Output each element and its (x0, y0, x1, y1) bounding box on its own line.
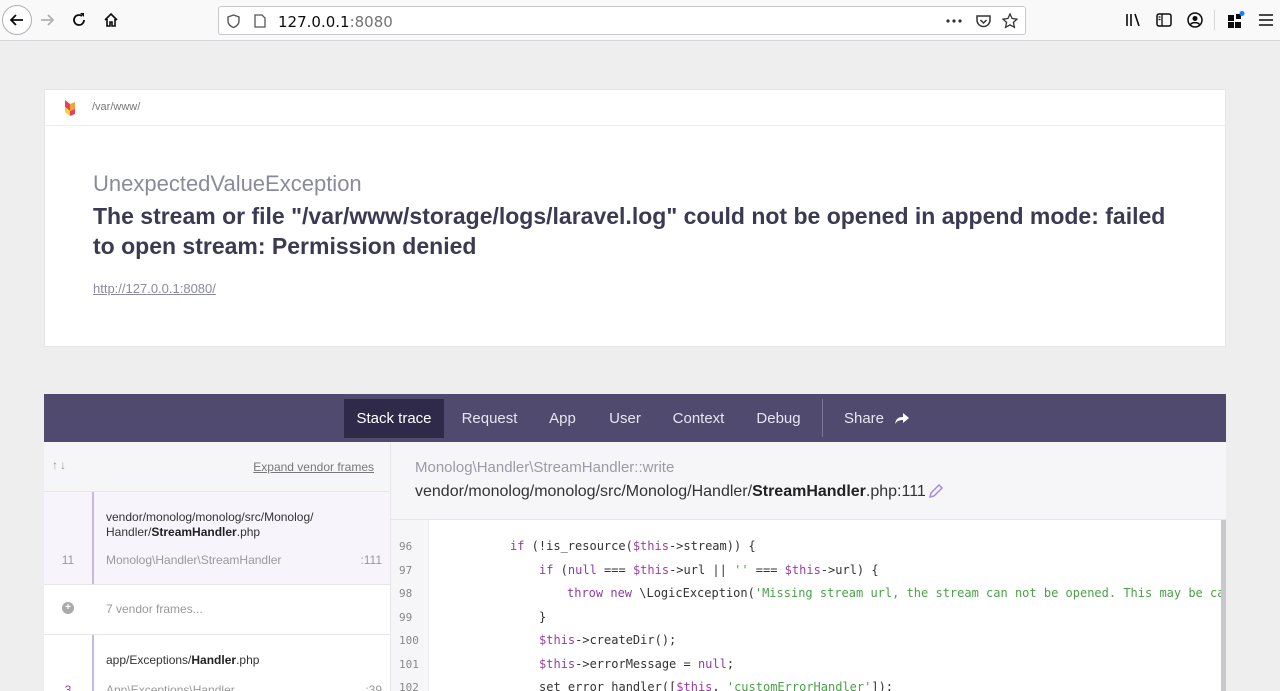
frame-item-selected[interactable]: vendor/monolog/monolog/src/Monolog/Handl… (44, 492, 390, 585)
library-icon[interactable] (1124, 11, 1142, 29)
plus-circle-icon: + (62, 602, 74, 614)
code-line: if (!is_resource($this->stream)) { (510, 539, 756, 553)
frames-header: ↑↓ Expand vendor frames (44, 442, 390, 492)
code-line: $this->createDir(); (539, 633, 677, 647)
line-number: 98 (399, 587, 413, 600)
sort-arrows-icon[interactable]: ↑↓ (52, 458, 68, 472)
vendor-frames-toggle[interactable]: + 7 vendor frames... (44, 585, 390, 635)
line-number: 101 (399, 658, 419, 671)
frame-file: app/Exceptions/Handler.php (106, 653, 260, 667)
edit-pencil-icon[interactable] (928, 483, 944, 499)
code-viewer: 96 97 98 99 100 101 102 if (!is_resource… (391, 520, 1226, 691)
code-line: $this->errorMessage = null; (539, 657, 735, 671)
tab-request[interactable]: Request (452, 399, 527, 438)
url-bar[interactable]: 127.0.0.1:8080 (218, 6, 1026, 35)
tab-user[interactable]: User (601, 399, 649, 438)
forward-button[interactable] (32, 5, 62, 35)
frame-line: :39 (365, 683, 382, 691)
share-arrow-icon (895, 412, 910, 424)
line-number: 102 (399, 681, 419, 691)
frame-bar (92, 635, 94, 691)
page-icon (252, 13, 268, 29)
menu-icon[interactable] (1257, 11, 1275, 29)
request-url-link[interactable]: http://127.0.0.1:8080/ (93, 281, 216, 296)
line-number: 100 (399, 634, 419, 647)
extensions-icon[interactable] (1227, 11, 1245, 29)
code-line: if (null === $this->url || '' === $this-… (539, 563, 879, 577)
back-button[interactable] (2, 5, 32, 35)
app-path: /var/www/ (92, 101, 141, 113)
stack-panel: Stack trace Request App User Context Deb… (44, 394, 1226, 691)
tab-stack-trace[interactable]: Stack trace (344, 399, 444, 438)
arrow-left-icon (9, 14, 23, 26)
code-line: set_error_handler([$this, 'customErrorHa… (539, 680, 894, 691)
tab-share[interactable]: Share (837, 399, 917, 438)
tab-bar: Stack trace Request App User Context Deb… (44, 394, 1226, 442)
arrow-right-icon (41, 14, 55, 26)
code-header: Monolog\Handler\StreamHandler::write ven… (391, 442, 1226, 520)
tab-app[interactable]: App (540, 399, 585, 438)
code-lines: if (!is_resource($this->stream)) { if (n… (429, 520, 1221, 691)
tab-divider (822, 399, 823, 437)
frame-file: vendor/monolog/monolog/src/Monolog/Handl… (106, 510, 314, 539)
tab-context[interactable]: Context (667, 399, 730, 438)
card-top-bar: /var/www/ (45, 90, 1225, 126)
reload-icon (73, 13, 85, 26)
reload-button[interactable] (64, 5, 94, 35)
code-file-path: vendor/monolog/monolog/src/Monolog/Handl… (415, 483, 926, 500)
frame-line: :111 (360, 553, 382, 567)
frame-class: App\Exceptions\Handler (106, 683, 235, 691)
expand-vendor-frames-link[interactable]: Expand vendor frames (253, 460, 374, 474)
sidebar-icon[interactable] (1155, 11, 1173, 29)
home-icon (104, 12, 118, 27)
frame-selected-bar (92, 492, 94, 584)
tab-debug[interactable]: Debug (747, 399, 810, 438)
url-text[interactable]: 127.0.0.1:8080 (278, 13, 393, 31)
shield-icon[interactable] (225, 13, 241, 29)
line-gutter: 96 97 98 99 100 101 102 (391, 520, 429, 691)
pocket-icon[interactable] (975, 13, 991, 29)
toolbar-divider (1214, 10, 1215, 30)
frame-number: 3 (64, 683, 72, 691)
exception-class: UnexpectedValueException (93, 171, 362, 196)
exception-message: The stream or file "/var/www/storage/log… (93, 203, 1166, 259)
line-number: 97 (399, 564, 413, 577)
frame-item[interactable]: app/Exceptions/Handler.php 3 App\Excepti… (44, 635, 390, 691)
frame-method: Monolog\Handler\StreamHandler::write (415, 459, 675, 476)
account-icon[interactable] (1186, 11, 1204, 29)
line-number: 96 (399, 540, 413, 553)
bookmark-star-icon[interactable] (1002, 13, 1018, 29)
home-button[interactable] (96, 5, 126, 35)
frames-list: ↑↓ Expand vendor frames vendor/monolog/m… (44, 442, 391, 691)
code-line: throw new \LogicException('Missing strea… (567, 586, 1221, 600)
exception-card: /var/www/ UnexpectedValueException The s… (44, 89, 1226, 347)
vendor-frames-label: 7 vendor frames... (106, 602, 203, 616)
code-line: } (539, 610, 547, 624)
frame-number: 11 (61, 553, 75, 567)
share-label: Share (843, 410, 885, 427)
code-scrollbar[interactable] (1221, 520, 1226, 691)
page-actions-icon[interactable] (946, 13, 962, 29)
browser-toolbar: 127.0.0.1:8080 (0, 0, 1280, 41)
ignition-logo-icon (65, 100, 75, 116)
frame-class: Monolog\Handler\StreamHandler (106, 553, 282, 567)
line-number: 99 (399, 611, 413, 624)
